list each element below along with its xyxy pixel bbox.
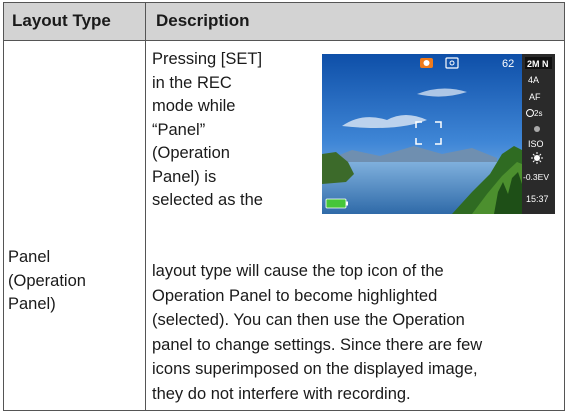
header-description: Description [156,11,250,30]
description-line: (selected). You can then use the Operati… [152,311,465,329]
description-line: Panel) is [152,167,217,186]
description-line: mode while [152,97,236,115]
description-line: (Operation [152,144,230,162]
header-layout-type: Layout Type [12,11,111,30]
battery-tip [346,201,348,206]
camera-lens [423,60,430,66]
description-line: Operation Panel to become highlighted [152,286,438,305]
description-line: selected as the [152,191,263,209]
description-line: Pressing [SET] [152,50,263,68]
description-line: “Panel” [152,120,206,139]
description-line: layout type will cause the top icon of t… [152,262,444,280]
description-text-beside-image: Pressing [SET] in the REC mode while “Pa… [152,48,310,213]
panel-item: 2s [534,109,542,118]
table-header-row: Layout Type Description [4,3,564,41]
panel-item: -0.3EV [523,172,549,182]
layout-type-line: Panel) [8,295,56,313]
panel-item: 15:37 [526,194,549,204]
panel-item: AF [529,92,541,102]
layout-type-line: (Operation [8,271,86,290]
shot-count: 62 [502,58,514,70]
battery-icon [325,198,347,209]
description-line: in the REC [152,73,232,92]
panel-item: ISO [528,139,544,149]
description-line: they do not interfere with recording. [152,384,411,403]
layout-type-line: Panel [8,248,51,266]
layout-type-cell: Panel (Operation Panel) [8,246,136,317]
panel-item: 2M N [527,59,549,69]
description-text-below-image: layout type will cause the top icon of t… [152,259,557,406]
camera-screen-image: 62 2M N 4A AF 2s ISO -0.3EV 15:37 [322,54,555,214]
face-detection-icon [534,126,540,132]
description-line: panel to change settings. Since there ar… [152,335,483,354]
description-line: icons superimposed on the displayed imag… [152,360,478,378]
panel-item: 4A [528,75,539,85]
column-divider [145,3,146,410]
